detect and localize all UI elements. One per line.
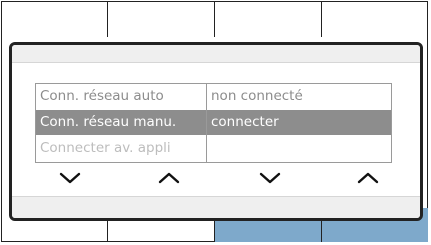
top-softkey-1[interactable] — [1, 1, 108, 37]
dialog-header — [12, 45, 420, 63]
settings-row-manual-network[interactable]: Conn. réseau manu. connecter — [36, 110, 391, 135]
chevron-up-icon — [158, 172, 180, 184]
column-divider — [206, 84, 207, 162]
chevron-down-icon — [259, 172, 281, 184]
setting-value: non connecté — [211, 88, 303, 104]
setting-label: Conn. réseau manu. — [40, 114, 177, 130]
dialog-footer — [12, 196, 420, 218]
settings-table: Conn. réseau auto non connecté Conn. rés… — [35, 83, 392, 163]
top-softkey-bar — [1, 1, 428, 37]
settings-row-connect-with-app[interactable]: Connecter av. appli — [36, 136, 391, 161]
setting-label: Connecter av. appli — [40, 140, 171, 156]
chevron-down-icon — [59, 172, 81, 184]
settings-row-auto-network[interactable]: Conn. réseau auto non connecté — [36, 84, 391, 109]
setting-value: connecter — [211, 114, 279, 130]
top-softkey-2[interactable] — [108, 1, 215, 37]
setting-label: Conn. réseau auto — [40, 88, 164, 104]
scroll-down-button[interactable] — [50, 167, 90, 189]
value-down-button[interactable] — [250, 167, 290, 189]
navigation-buttons — [12, 167, 420, 189]
network-settings-dialog: Conn. réseau auto non connecté Conn. rés… — [9, 42, 423, 221]
top-softkey-4[interactable] — [322, 1, 428, 37]
top-softkey-3[interactable] — [215, 1, 322, 37]
value-up-button[interactable] — [348, 167, 388, 189]
scroll-up-button[interactable] — [149, 167, 189, 189]
chevron-up-icon — [357, 172, 379, 184]
